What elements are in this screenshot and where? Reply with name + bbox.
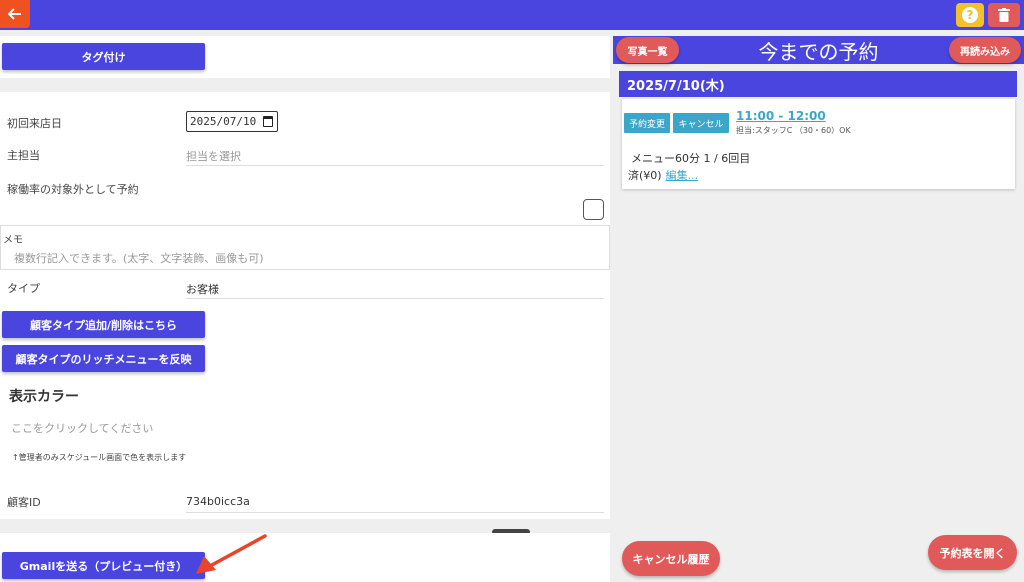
- rich-menu-apply-button[interactable]: 顧客タイプのリッチメニューを反映: [2, 345, 205, 372]
- exclude-utilization-checkbox[interactable]: [583, 199, 604, 220]
- back-button[interactable]: [0, 0, 30, 28]
- calendar-icon: [263, 116, 273, 127]
- send-gmail-button[interactable]: Gmailを送る（プレビュー付き）: [2, 552, 205, 579]
- main-staff-select[interactable]: 担当を選択: [186, 148, 241, 164]
- customer-id-label: 顧客ID: [7, 496, 41, 509]
- exclude-utilization-label: 稼働率の対象外として予約: [7, 183, 139, 196]
- reservation-menu: メニュー60分 1 / 6回目: [631, 152, 751, 165]
- photo-list-button[interactable]: 写真一覧: [616, 37, 679, 63]
- payment-status: 済(¥0): [628, 169, 662, 182]
- annotation-arrow-icon: [196, 534, 267, 574]
- open-schedule-button[interactable]: 予約表を開く: [928, 535, 1017, 570]
- first-visit-date-input[interactable]: 2025/07/10: [186, 111, 278, 132]
- top-bar: [0, 0, 1024, 30]
- reservation-payment: 済(¥0) 編集...: [628, 167, 698, 183]
- help-button[interactable]: ?: [956, 3, 984, 27]
- delete-button[interactable]: [988, 3, 1020, 27]
- first-visit-label: 初回来店日: [7, 117, 62, 130]
- help-icon: ?: [962, 7, 978, 23]
- reservation-date-header: 2025/7/10(木): [619, 71, 1017, 97]
- type-value[interactable]: お客様: [186, 281, 219, 297]
- main-staff-label: 主担当: [7, 149, 40, 162]
- main-staff-underline: [186, 165, 604, 166]
- reservation-time-link[interactable]: 11:00 - 12:00: [736, 109, 826, 123]
- reload-button[interactable]: 再読み込み: [949, 37, 1021, 63]
- change-reservation-button[interactable]: 予約変更: [624, 113, 670, 133]
- trash-icon: [998, 8, 1010, 22]
- edit-reservation-link[interactable]: 編集...: [666, 169, 699, 182]
- cancel-history-button[interactable]: キャンセル履歴: [622, 541, 720, 576]
- memo-placeholder: 複数行記入できます。(太字、文字装飾、画像も可): [14, 252, 264, 265]
- reservation-staff: 担当:スタッフC （30・60）OK: [736, 126, 851, 135]
- customer-id-underline: [186, 512, 604, 513]
- customer-id-value: 734b0icc3a: [186, 495, 250, 508]
- type-underline: [186, 298, 604, 299]
- memo-label: メモ: [3, 235, 23, 246]
- display-color-note: ↑管理者のみスケジュール画面で色を表示します: [12, 453, 187, 462]
- arrow-left-icon: [8, 8, 21, 20]
- tag-button[interactable]: タグ付け: [2, 43, 205, 70]
- type-label: タイプ: [7, 282, 40, 295]
- cancel-reservation-button[interactable]: キャンセル: [673, 113, 729, 133]
- display-color-picker[interactable]: ここをクリックしてください: [11, 420, 153, 436]
- display-color-title: 表示カラー: [9, 389, 79, 405]
- first-visit-date-value: 2025/07/10: [190, 115, 257, 128]
- customer-type-edit-button[interactable]: 顧客タイプ追加/削除はこちら: [2, 311, 205, 338]
